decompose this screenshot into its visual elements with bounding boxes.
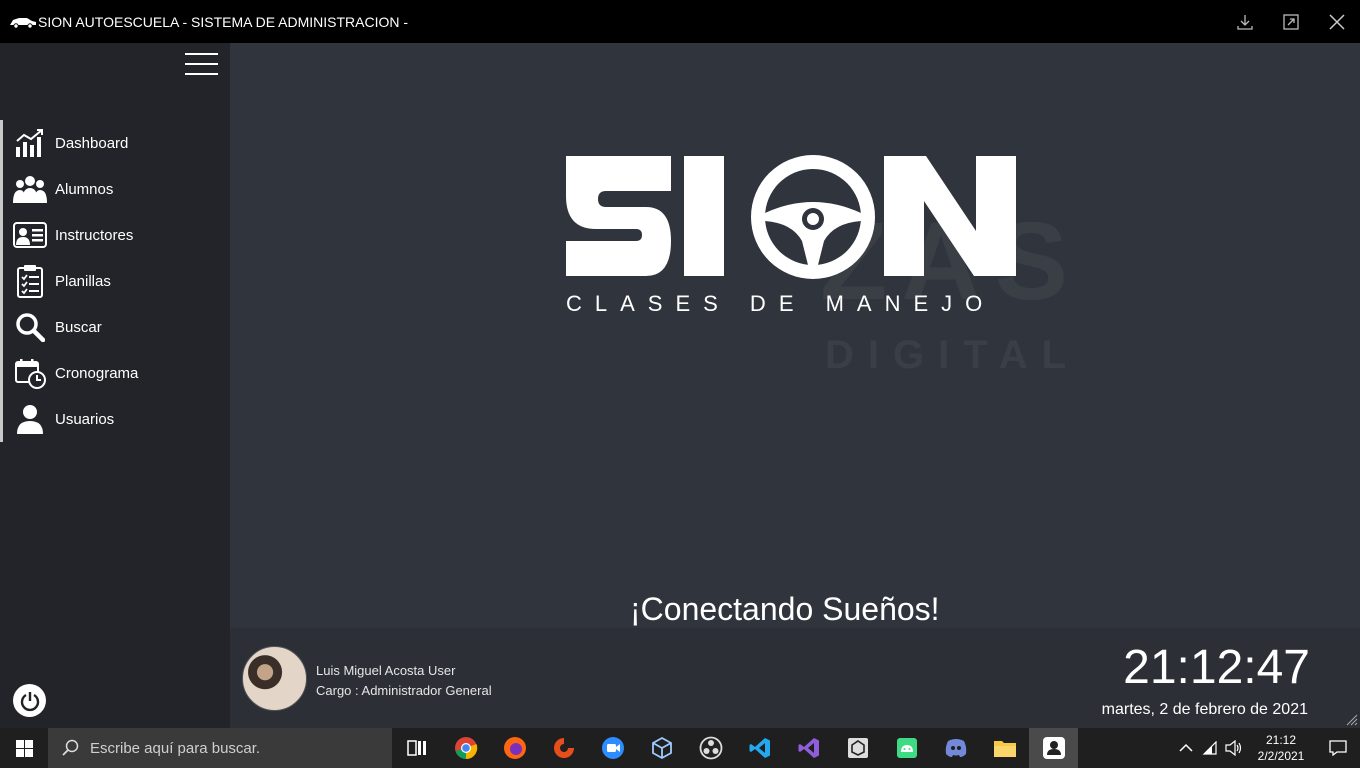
- minimize-button[interactable]: [1222, 0, 1268, 43]
- sidebar-item-label: Alumnos: [55, 180, 114, 198]
- chevron-up-icon: [1179, 743, 1193, 752]
- taskbar-android-studio[interactable]: [882, 728, 931, 768]
- title-bar: SION AUTOESCUELA - SISTEMA DE ADMINISTRA…: [0, 0, 1360, 43]
- sidebar: Dashboard Alumnos Instructores Planillas…: [0, 43, 230, 728]
- taskbar-ccleaner[interactable]: [539, 728, 588, 768]
- visual-studio-icon: [798, 738, 819, 758]
- start-button[interactable]: [0, 728, 48, 768]
- sidebar-item-dashboard[interactable]: Dashboard: [0, 120, 230, 166]
- sidebar-item-label: Buscar: [55, 318, 102, 336]
- taskbar-virtualbox[interactable]: [637, 728, 686, 768]
- network-button[interactable]: [1198, 728, 1222, 768]
- taskbar-search-input[interactable]: Escribe aquí para buscar.: [48, 728, 392, 768]
- unity-icon: [847, 738, 868, 758]
- wifi-icon: [1202, 741, 1217, 755]
- cube-icon: [651, 736, 672, 760]
- taskbar-unity[interactable]: [833, 728, 882, 768]
- sidebar-item-buscar[interactable]: Buscar: [0, 304, 230, 350]
- window-title: SION AUTOESCUELA - SISTEMA DE ADMINISTRA…: [38, 13, 409, 30]
- taskbar-sion-app[interactable]: [1029, 728, 1078, 768]
- user-icon: [12, 401, 48, 437]
- tray-expand-button[interactable]: [1174, 728, 1198, 768]
- taskbar-apps: [392, 728, 1078, 768]
- sidebar-item-label: Planillas: [55, 272, 111, 290]
- background-watermark: DIGITAL: [825, 333, 1081, 377]
- tray-time: 21:12: [1265, 733, 1297, 747]
- avatar: [242, 646, 307, 711]
- chrome-icon: [454, 737, 477, 760]
- sidebar-item-instructores[interactable]: Instructores: [0, 212, 230, 258]
- volume-button[interactable]: [1222, 728, 1246, 768]
- system-tray: 21:12 2/2/2021: [1174, 728, 1360, 768]
- close-icon: [1329, 13, 1345, 30]
- power-button[interactable]: [13, 684, 46, 717]
- taskbar-file-explorer[interactable]: [980, 728, 1029, 768]
- search-placeholder: Escribe aquí para buscar.: [90, 739, 261, 757]
- speaker-icon: [1225, 740, 1242, 756]
- taskbar-chrome[interactable]: [441, 728, 490, 768]
- sidebar-item-planillas[interactable]: Planillas: [0, 258, 230, 304]
- taskbar-discord[interactable]: [931, 728, 980, 768]
- user-name: Luis Miguel Acosta User: [316, 663, 456, 678]
- notifications-button[interactable]: [1316, 728, 1360, 768]
- zoom-icon: [601, 737, 624, 759]
- sidebar-item-cronograma[interactable]: Cronograma: [0, 350, 230, 396]
- vscode-icon: [749, 738, 770, 758]
- firefox-icon: [503, 737, 526, 759]
- taskbar-zoom[interactable]: [588, 728, 637, 768]
- chart-icon: [12, 125, 48, 161]
- sidebar-item-label: Usuarios: [55, 410, 115, 428]
- sidebar-item-label: Cronograma: [55, 364, 139, 382]
- tray-date: 2/2/2021: [1257, 749, 1305, 763]
- clock-date: martes, 2 de febrero de 2021: [1101, 701, 1308, 718]
- user-role: Cargo : Administrador General: [316, 683, 492, 698]
- discord-icon: [945, 739, 966, 757]
- taskbar-firefox[interactable]: [490, 728, 539, 768]
- slogan-text: ¡Conectando Sueños!: [630, 591, 940, 627]
- android-icon: [896, 738, 917, 758]
- power-icon: [20, 691, 39, 711]
- close-button[interactable]: [1314, 0, 1360, 43]
- sidebar-item-label: Dashboard: [55, 134, 129, 152]
- app-user-icon: [1042, 737, 1065, 759]
- windows-logo-icon: [15, 739, 33, 757]
- taskbar-obs[interactable]: [686, 728, 735, 768]
- task-view-button[interactable]: [392, 728, 441, 768]
- search-icon: [62, 739, 79, 756]
- maximize-button[interactable]: [1268, 0, 1314, 43]
- sidebar-menu: Dashboard Alumnos Instructores Planillas…: [0, 120, 230, 442]
- sidebar-item-alumnos[interactable]: Alumnos: [0, 166, 230, 212]
- car-icon: [10, 17, 36, 29]
- hamburger-menu-button[interactable]: [185, 53, 218, 75]
- folder-icon: [993, 741, 1016, 757]
- id-card-icon: [12, 217, 48, 253]
- clock-time: 21:12:47: [1123, 641, 1310, 694]
- logo-tagline: CLASES DE MANEJO: [566, 291, 996, 316]
- search-icon: [12, 309, 48, 345]
- taskbar-vscode[interactable]: [735, 728, 784, 768]
- status-footer: Luis Miguel Acosta User Cargo : Administ…: [230, 628, 1360, 728]
- sidebar-item-label: Instructores: [55, 226, 134, 244]
- group-icon: [12, 171, 48, 207]
- obs-icon: [699, 736, 722, 760]
- calendar-clock-icon: [12, 355, 48, 391]
- sidebar-item-usuarios[interactable]: Usuarios: [0, 396, 230, 442]
- tray-clock[interactable]: 21:12 2/2/2021: [1246, 732, 1316, 764]
- main-area: ZAS DIGITAL CLASES DE MANEJO ¡Conectando…: [230, 43, 1360, 728]
- clipboard-icon: [12, 263, 48, 299]
- taskbar-visual-studio[interactable]: [784, 728, 833, 768]
- task-view-icon: [406, 740, 426, 756]
- windows-taskbar: Escribe aquí para buscar. 21:12 2/2/2021: [0, 728, 1360, 768]
- expand-icon: [1283, 13, 1299, 30]
- notification-icon: [1329, 740, 1347, 756]
- resize-grip-icon[interactable]: [1346, 714, 1358, 726]
- download-icon: [1237, 14, 1253, 30]
- ccleaner-icon: [553, 738, 574, 758]
